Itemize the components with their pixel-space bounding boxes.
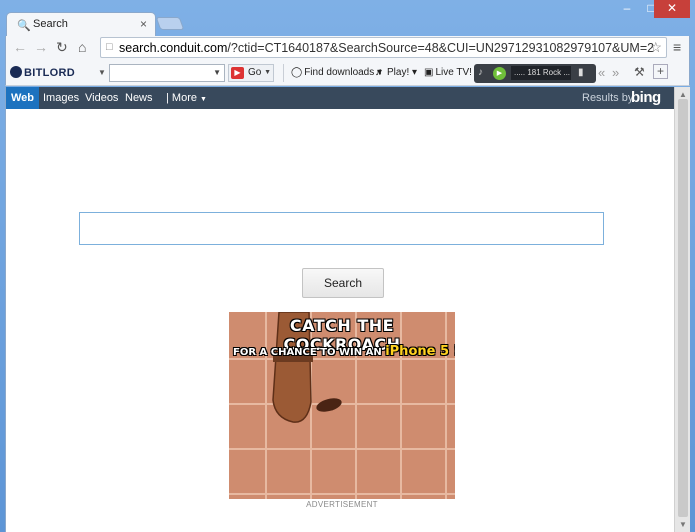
bing-logo: bing: [631, 89, 661, 106]
wrench-icon[interactable]: ⚒: [634, 65, 645, 79]
brand-dropdown-icon[interactable]: ▼: [98, 68, 106, 77]
go-button[interactable]: ▶ Go ▼: [228, 64, 274, 82]
go-label: Go: [248, 67, 262, 78]
tab-web[interactable]: Web: [6, 87, 40, 109]
scroll-down-icon[interactable]: ▼: [679, 520, 687, 529]
new-tab-button[interactable]: [155, 17, 185, 30]
browser-window: 🔍 Search × – □ ✕ ← → ↻ ⌂ □ search.condui…: [0, 0, 695, 532]
forward-arrow-icon[interactable]: →: [34, 39, 48, 55]
add-app-icon[interactable]: +: [653, 64, 668, 79]
find-downloads-label: Find downloads: [304, 67, 375, 78]
ad-iphone-highlight: iPhone 5 !: [385, 344, 455, 359]
conduit-toolbar: BITLORD ▼ ▼ ▶ Go ▼ ◯ Find downloads ▾ ♬ Pl…: [5, 60, 690, 86]
toolbar-divider: [283, 64, 284, 82]
tab-images[interactable]: Images: [43, 92, 79, 104]
bitlord-brand: BITLORD: [24, 67, 75, 79]
play-button[interactable]: ♬ Play! ▾: [375, 67, 417, 78]
back-arrow-icon[interactable]: ←: [13, 39, 27, 55]
close-window-button[interactable]: ✕: [654, 0, 690, 18]
page-icon: □: [106, 41, 113, 53]
search-history-dropdown-icon[interactable]: ▼: [213, 68, 221, 77]
radio-play-icon[interactable]: ▶: [493, 67, 506, 80]
reload-icon[interactable]: ↻: [56, 39, 68, 56]
search-engine-icon: ▶: [231, 67, 244, 79]
navigation-bar: ← → ↻ ⌂ □ search.conduit.com/?ctid=CT164…: [5, 36, 690, 60]
tab-search[interactable]: 🔍 Search ×: [6, 12, 156, 36]
tv-icon: ▣: [424, 67, 434, 78]
menu-icon[interactable]: ≡: [673, 39, 681, 55]
tab-more[interactable]: | More ▼: [166, 92, 207, 104]
ad-subtext: FOR A CHANCE TO WIN AN iPhone 5 !: [233, 344, 455, 359]
ad-sub-text: FOR A CHANCE TO WIN AN: [233, 347, 382, 358]
bookmark-star-icon[interactable]: ☆: [649, 39, 662, 56]
vertical-scrollbar[interactable]: ▲ ▼: [674, 87, 690, 532]
volume-icon[interactable]: ▮: [578, 67, 584, 78]
web-page: Web Images Videos News | More ▼ Results …: [5, 87, 675, 532]
find-downloads-button[interactable]: ◯ Find downloads ▾: [291, 67, 382, 78]
toolbar-search-input[interactable]: ▼: [109, 64, 225, 82]
radio-icon[interactable]: ♪: [478, 67, 483, 78]
url-host: search.conduit.com: [119, 41, 228, 55]
search-favicon-icon: 🔍: [17, 20, 31, 32]
tab-title: Search: [33, 18, 68, 30]
scroll-up-icon[interactable]: ▲: [679, 90, 687, 99]
controller-icon: ♬: [375, 67, 385, 78]
bitlord-icon: [10, 66, 22, 78]
tab-strip: 🔍 Search × – □ ✕: [0, 0, 695, 36]
play-label: Play!: [387, 67, 410, 78]
globe-icon: ◯: [291, 67, 303, 78]
radio-station-select[interactable]: ..... 181 Rock ...: [511, 66, 571, 80]
advertisement-label: ADVERTISEMENT: [306, 500, 378, 509]
search-button[interactable]: Search: [302, 268, 384, 298]
scroll-right-icon[interactable]: »: [612, 65, 619, 80]
live-tv-label: Live TV!: [435, 67, 472, 78]
results-by-label: Results by: [582, 92, 634, 104]
address-url[interactable]: search.conduit.com/?ctid=CT1640187&Searc…: [119, 41, 654, 55]
home-icon[interactable]: ⌂: [78, 39, 86, 55]
more-dropdown-icon: ▼: [200, 96, 207, 103]
advertisement-banner[interactable]: CATCH THE COCKROACH FOR A CHANCE TO WIN …: [229, 312, 455, 499]
scroll-thumb[interactable]: [678, 99, 688, 517]
url-path: /?ctid=CT1640187&SearchSource=48&CUI=UN2…: [227, 41, 655, 55]
bitlord-logo[interactable]: BITLORD: [10, 66, 75, 79]
scroll-left-icon[interactable]: «: [598, 65, 605, 80]
go-dropdown-icon[interactable]: ▼: [264, 69, 271, 76]
search-nav-bar: Web Images Videos News | More ▼ Results …: [6, 87, 675, 109]
tab-news[interactable]: News: [125, 92, 153, 104]
tab-videos[interactable]: Videos: [85, 92, 118, 104]
tab-close-icon[interactable]: ×: [140, 17, 147, 31]
address-bar[interactable]: □ search.conduit.com/?ctid=CT1640187&Sea…: [100, 37, 667, 58]
radio-player: ♪ ▶ ..... 181 Rock ... ▮: [474, 64, 596, 83]
live-tv-button[interactable]: ▣ Live TV!: [424, 67, 472, 78]
minimize-button[interactable]: –: [614, 0, 640, 18]
search-input[interactable]: [79, 212, 604, 245]
more-label: | More: [166, 92, 197, 104]
